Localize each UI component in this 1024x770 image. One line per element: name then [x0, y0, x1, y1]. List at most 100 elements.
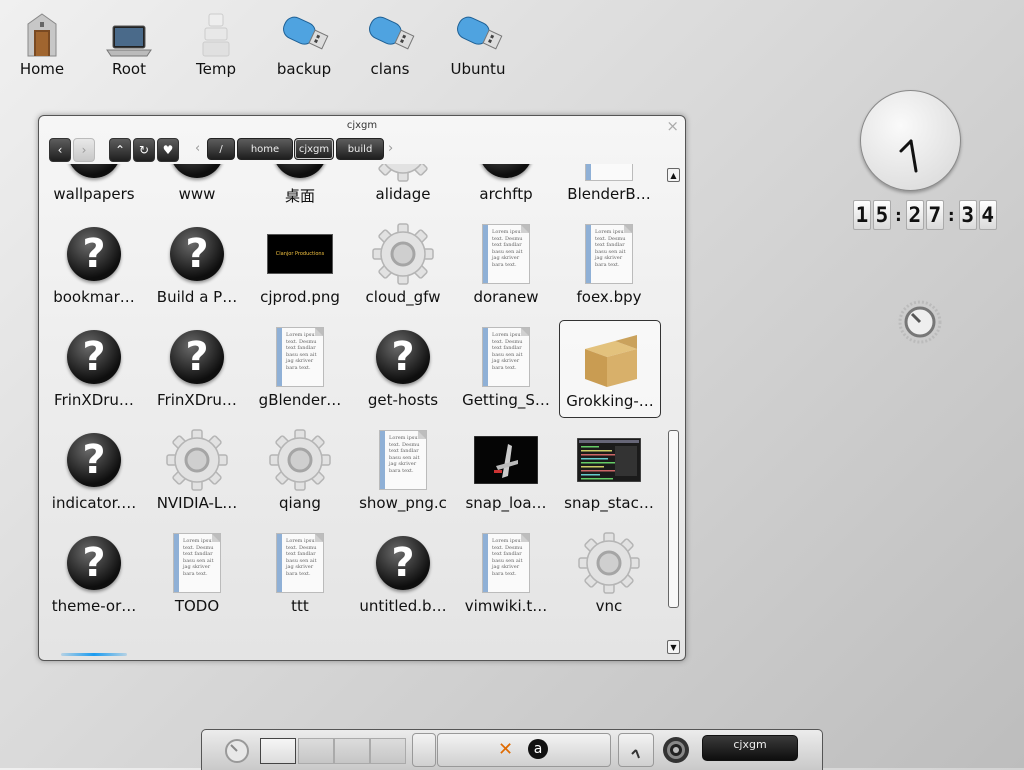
question-glyph: ? — [67, 227, 121, 281]
mini-clock-icon[interactable] — [618, 733, 654, 767]
file-grid: ? wallpapers? www? 桌面 alidage? archftp Lorem i… — [41, 164, 667, 658]
file-item[interactable]: Clanjor Productions cjprod.png — [250, 217, 350, 313]
file-item-label: bookmar… — [53, 288, 135, 306]
close-icon[interactable]: × — [666, 117, 679, 135]
file-item[interactable]: NVIDIA-L… — [147, 423, 247, 519]
file-item[interactable]: ? 桌面 — [250, 164, 350, 210]
pager-desktop-4[interactable] — [370, 738, 406, 764]
file-item[interactable]: alidage — [353, 164, 453, 210]
clock-hands-icon — [899, 139, 918, 173]
file-item-label: show_png.c — [359, 494, 447, 512]
desktop-icon-root[interactable]: Root — [89, 8, 169, 78]
taskbar-window-cjxgm[interactable]: cjxgm — [702, 735, 798, 761]
crack-icon[interactable]: ✕ — [498, 739, 513, 760]
target-icon[interactable] — [662, 736, 690, 768]
favorite-button[interactable]: ♥ — [157, 138, 179, 162]
file-item[interactable]: ? theme-or… — [44, 526, 144, 622]
file-item[interactable]: Lorem ipsum text. Desmu text fandlar bas… — [559, 164, 659, 210]
file-item-label: www — [178, 185, 216, 203]
digital-clock[interactable]: 1 5 : 2 7 : 3 4 — [852, 200, 998, 230]
desktop-icon-label: Temp — [196, 60, 236, 78]
document-icon: Lorem ipsum text. Desmu text fandlar bas… — [250, 324, 350, 390]
file-item-label: ttt — [291, 597, 309, 615]
dashboard-gauge-icon[interactable] — [898, 300, 942, 344]
breadcrumb-cjxgm[interactable]: cjxgm — [294, 138, 334, 160]
file-item[interactable]: ? untitled.b… — [353, 526, 453, 622]
file-item[interactable]: ? FrinXDru… — [44, 320, 144, 416]
file-item[interactable]: snap_stac… — [559, 423, 659, 519]
file-item-label: alidage — [375, 185, 431, 203]
back-button[interactable]: ‹ — [49, 138, 71, 162]
question-icon: ? — [44, 164, 144, 184]
pager-desktop-3[interactable] — [334, 738, 370, 764]
temp-folder-icon — [176, 8, 256, 58]
desktop-icon-temp[interactable]: Temp — [176, 8, 256, 78]
document-preview: Lorem ipsum text. Desmu text fandlar bas… — [482, 224, 530, 284]
desktop-icon-backup[interactable]: backup — [264, 8, 344, 78]
file-item[interactable]: cloud_gfw — [353, 217, 453, 313]
gear-icon — [353, 164, 453, 184]
file-item-label: wallpapers — [53, 185, 135, 203]
file-item-label: archftp — [479, 185, 533, 203]
file-item-label: NVIDIA-L… — [156, 494, 238, 512]
vertical-scrollbar[interactable]: ▲ ▼ — [667, 168, 680, 654]
desktop-icon-clans[interactable]: clans — [350, 8, 430, 78]
breadcrumb-next-icon[interactable]: › — [388, 141, 393, 156]
gear-icon — [147, 427, 247, 493]
loading-indicator — [61, 653, 127, 656]
analog-clock[interactable] — [860, 90, 961, 191]
desktop-icon-ubuntu[interactable]: Ubuntu — [438, 8, 518, 78]
question-icon: ? — [44, 530, 144, 596]
file-item-label: doranew — [473, 288, 539, 306]
file-item[interactable]: ? Build a P… — [147, 217, 247, 313]
gear-icon — [353, 221, 453, 287]
pager-desktop-2[interactable] — [298, 738, 334, 764]
file-item[interactable]: Lorem ipsum text. Desmu text fandlar bas… — [559, 217, 659, 313]
scroll-up-icon[interactable]: ▲ — [667, 168, 680, 182]
file-item-label: get-hosts — [367, 391, 439, 409]
document-icon: Lorem ipsum text. Desmu text fandlar bas… — [147, 530, 247, 596]
file-item-label: vimwiki.t… — [464, 597, 548, 615]
file-item[interactable]: ? wallpapers — [44, 164, 144, 210]
file-item[interactable]: ? www — [147, 164, 247, 210]
file-item[interactable]: vnc — [559, 526, 659, 622]
up-button[interactable]: ⌃ — [109, 138, 131, 162]
document-preview: Lorem ipsum text. Desmu text fandlar bas… — [379, 430, 427, 490]
file-item[interactable]: Grokking-… — [559, 320, 661, 418]
breadcrumb-root[interactable]: / — [207, 138, 235, 160]
refresh-button[interactable]: ↻ — [133, 138, 155, 162]
launcher-icon[interactable] — [224, 738, 250, 768]
file-item[interactable]: ? archftp — [456, 164, 556, 210]
file-item[interactable]: ? get-hosts — [353, 320, 453, 416]
document-preview: Lorem ipsum text. Desmu text fandlar bas… — [173, 533, 221, 593]
scroll-down-icon[interactable]: ▼ — [667, 640, 680, 654]
document-icon: Lorem ipsum text. Desmu text fandlar bas… — [559, 221, 659, 287]
file-item[interactable]: ? FrinXDru… — [147, 320, 247, 416]
file-item[interactable]: ? bookmar… — [44, 217, 144, 313]
file-item[interactable]: Lorem ipsum text. Desmu text fandlar bas… — [456, 526, 556, 622]
pager-desktop-1[interactable] — [260, 738, 296, 764]
amarok-icon[interactable]: a — [528, 739, 548, 759]
breadcrumb-home[interactable]: home — [237, 138, 293, 160]
file-item[interactable]: ? indicator.… — [44, 423, 144, 519]
usb-drive-icon — [264, 8, 344, 58]
file-item[interactable]: Lorem ipsum text. Desmu text fandlar bas… — [353, 423, 453, 519]
question-icon: ? — [147, 221, 247, 287]
breadcrumb-build[interactable]: build — [336, 138, 384, 160]
file-item[interactable]: snap_loa… — [456, 423, 556, 519]
question-icon: ? — [147, 324, 247, 390]
file-item-label: indicator.… — [51, 494, 137, 512]
forward-button[interactable]: › — [73, 138, 95, 162]
file-item[interactable]: Lorem ipsum text. Desmu text fandlar bas… — [456, 217, 556, 313]
file-item[interactable]: Lorem ipsum text. Desmu text fandlar bas… — [250, 320, 350, 416]
scroll-thumb[interactable] — [668, 430, 679, 608]
gear-icon — [559, 530, 659, 596]
file-item[interactable]: Lorem ipsum text. Desmu text fandlar bas… — [147, 526, 247, 622]
desktop-icon-label: Root — [112, 60, 146, 78]
breadcrumb-prev-icon[interactable]: ‹ — [195, 141, 200, 156]
file-item[interactable]: Lorem ipsum text. Desmu text fandlar bas… — [456, 320, 556, 416]
file-item[interactable]: Lorem ipsum text. Desmu text fandlar bas… — [250, 526, 350, 622]
file-item[interactable]: qiang — [250, 423, 350, 519]
desktop-icon-home[interactable]: Home — [2, 8, 82, 78]
question-icon: ? — [250, 164, 350, 184]
